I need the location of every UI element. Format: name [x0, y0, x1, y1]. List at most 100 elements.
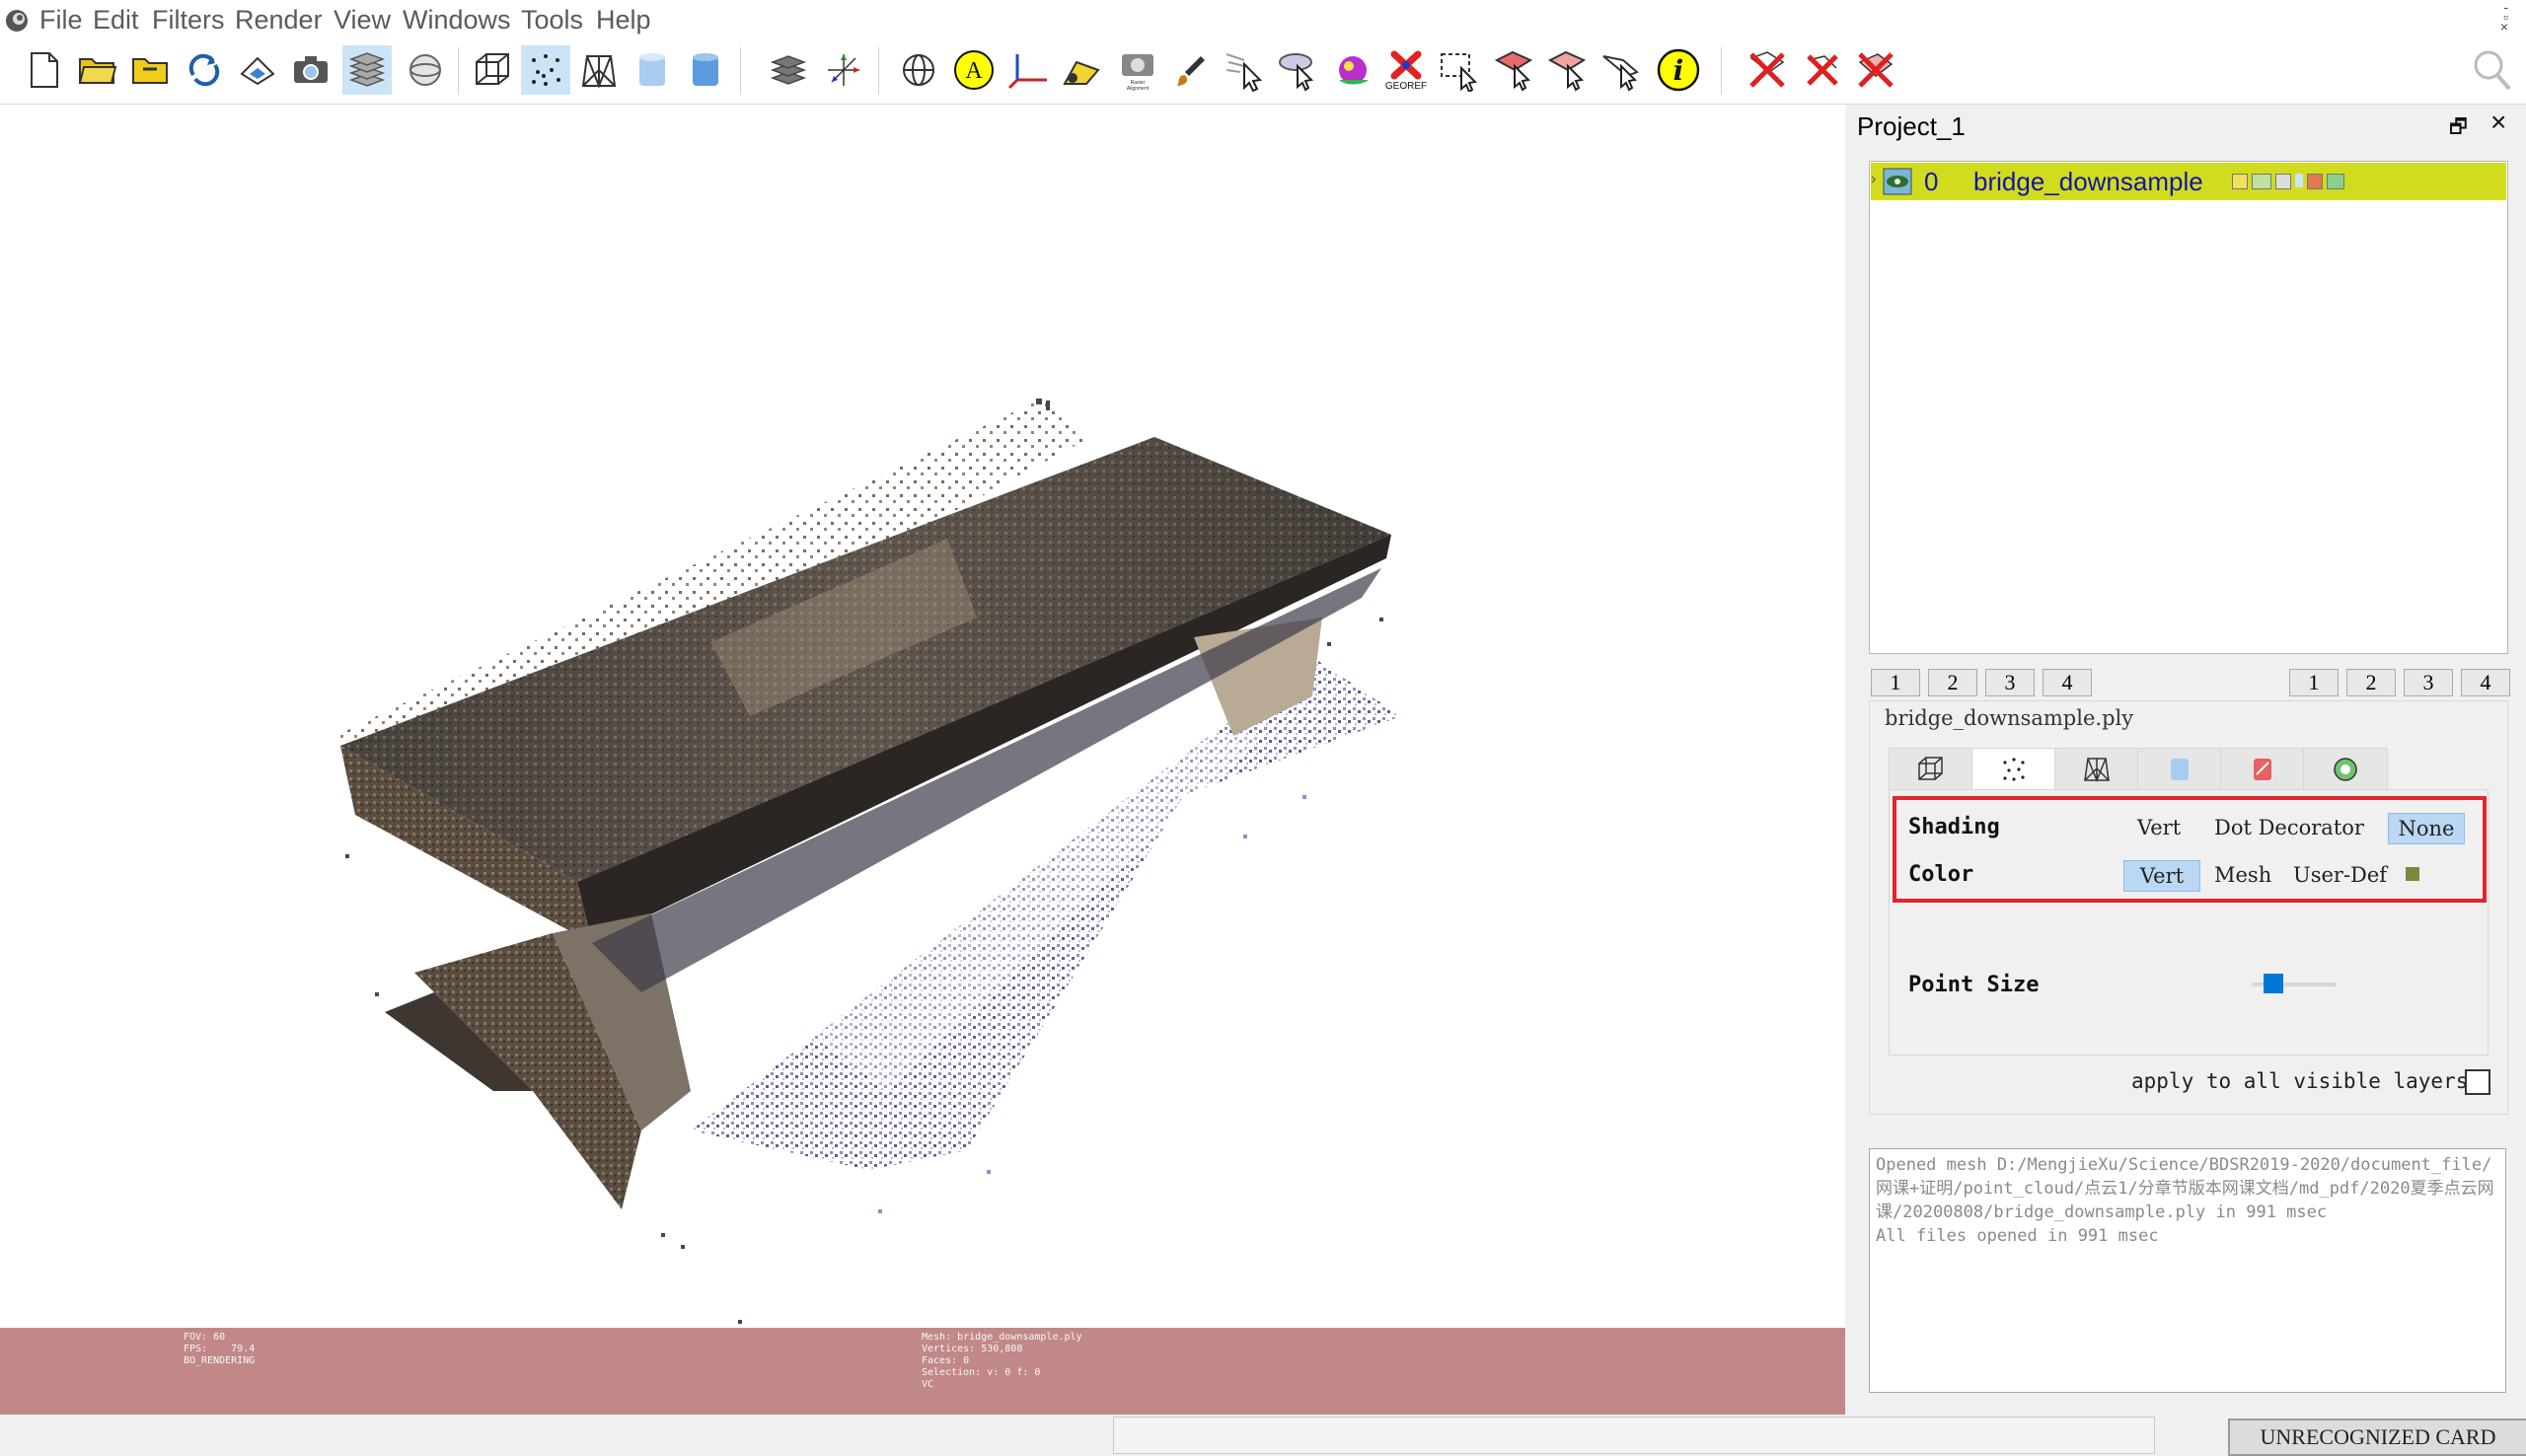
new-project-icon[interactable] [20, 45, 69, 95]
trackball-icon[interactable] [401, 45, 450, 95]
menu-edit[interactable]: Edit [89, 4, 143, 36]
tab-bbox[interactable] [1889, 748, 1973, 791]
menu-tools[interactable]: Tools [517, 4, 587, 36]
rect-select-icon[interactable] [1435, 45, 1484, 95]
menu-view[interactable]: View [330, 4, 395, 36]
view-button-3[interactable]: 3 [1985, 669, 2035, 696]
color-option-mesh[interactable]: Mesh [2208, 860, 2277, 890]
georef-icon[interactable]: GEOREF [1381, 45, 1431, 95]
paint-tool-icon[interactable] [1056, 45, 1105, 95]
raster-alignment-icon[interactable]: Raster Alignment [1113, 45, 1162, 95]
layer-list[interactable] [1869, 161, 2508, 654]
color-paint-icon[interactable] [1328, 45, 1377, 95]
tab-decorators[interactable] [2303, 748, 2388, 791]
bbox-render-icon[interactable] [468, 45, 517, 95]
view-button-right-4[interactable]: 4 [2461, 669, 2510, 696]
color-label: Color [1908, 862, 1974, 887]
tab-points[interactable] [1971, 748, 2056, 791]
viewport-info-bar: FOV: 60 FPS: 79.4 BO_RENDERING Mesh: bri… [0, 1328, 1845, 1415]
window-controls[interactable]: - ▫ × [2500, 0, 2516, 34]
svg-text:A: A [965, 58, 983, 84]
render-info-text: FOV: 60 FPS: 79.4 BO_RENDERING [184, 1332, 256, 1366]
delete-selection-icon[interactable] [1851, 45, 1900, 95]
color-option-user-def[interactable]: User-Def [2287, 860, 2393, 890]
layers-icon[interactable] [342, 45, 392, 95]
menu-windows[interactable]: Windows [399, 4, 515, 36]
apply-all-label: apply to all visible layers [2131, 1069, 2469, 1093]
axis-decorator-icon[interactable] [819, 45, 868, 95]
select-vertices-icon[interactable] [1543, 45, 1593, 95]
measure-axis-icon[interactable] [1004, 45, 1054, 95]
points-flag-icon[interactable] [2252, 174, 2271, 189]
decorator-flag-icon[interactable] [2327, 174, 2344, 189]
apply-all-checkbox[interactable] [2465, 1069, 2490, 1095]
menu-file[interactable]: File [36, 4, 87, 36]
delete-selected-vertices-icon[interactable] [1798, 45, 1847, 95]
view-button-4[interactable]: 4 [2043, 669, 2092, 696]
texture-flag-icon[interactable] [2307, 174, 2323, 189]
brush-icon[interactable] [1166, 45, 1216, 95]
delete-selected-faces-icon[interactable] [1743, 45, 1792, 95]
import-mesh-icon[interactable] [126, 45, 176, 95]
georef-label: GEOREF [1384, 81, 1428, 92]
select-faces-icon[interactable] [1490, 45, 1539, 95]
wireframe-render-icon[interactable] [574, 45, 624, 95]
reload-icon[interactable] [180, 45, 229, 95]
wire-tab-icon [2084, 758, 2110, 782]
globe-icon[interactable] [894, 45, 943, 95]
expand-arrow-icon[interactable]: › [1871, 171, 1876, 188]
menu-render[interactable]: Render [231, 4, 327, 36]
flat-render-icon[interactable] [628, 45, 677, 95]
decorator-tab-icon [2334, 758, 2357, 781]
log-line: Opened mesh D:/MengjieXu/Science/BDSR201… [1876, 1155, 2494, 1222]
menu-filters[interactable]: Filters [148, 4, 229, 36]
select-connected-icon[interactable] [1597, 45, 1646, 95]
point-cloud-render [335, 397, 1401, 1324]
shading-option-dot-decorator[interactable]: Dot Decorator [2208, 813, 2370, 842]
menu-help[interactable]: Help [592, 4, 655, 36]
align-tool-icon[interactable] [1273, 45, 1322, 95]
point-size-label: Point Size [1908, 973, 2040, 997]
view-button-right-3[interactable]: 3 [2404, 669, 2453, 696]
log-window[interactable]: Opened mesh D:/MengjieXu/Science/BDSR201… [1869, 1148, 2506, 1393]
panel-title: Project_1 [1857, 111, 1966, 141]
search-icon[interactable] [2471, 47, 2514, 100]
3d-viewport[interactable] [0, 105, 1845, 1328]
layer-row[interactable]: › 0 bridge_downsample [1871, 163, 2506, 200]
shading-option-none[interactable]: None [2388, 813, 2465, 844]
annotation-icon[interactable]: A [949, 45, 999, 95]
color-option-vert[interactable]: Vert [2123, 860, 2200, 892]
shading-option-vert[interactable]: Vert [2131, 813, 2187, 842]
bbox-tab-icon [1918, 757, 1943, 780]
grid-layers-icon[interactable] [764, 45, 813, 95]
smooth-render-icon[interactable] [681, 45, 730, 95]
view-button-right-2[interactable]: 2 [2346, 669, 2396, 696]
close-panel-icon[interactable]: × [2490, 107, 2506, 138]
tab-wireframe[interactable] [2054, 748, 2139, 791]
wire-flag-icon[interactable] [2275, 174, 2291, 189]
svg-text:Alignment: Alignment [1127, 86, 1150, 92]
user-color-swatch[interactable] [2406, 867, 2419, 881]
main-toolbar: A Raster Alignment GEOREF i [0, 39, 2526, 105]
snapshot-icon[interactable] [286, 45, 335, 95]
view-button-2[interactable]: 2 [1928, 669, 1977, 696]
view-button-right-1[interactable]: 1 [2289, 669, 2339, 696]
solid-flag-icon[interactable] [2295, 174, 2303, 187]
log-line: All files opened in 991 msec [1876, 1226, 2159, 1246]
layer-name: bridge_downsample [1973, 167, 2203, 196]
points-render-icon[interactable] [521, 45, 570, 95]
info-icon[interactable]: i [1654, 45, 1703, 95]
open-project-icon[interactable] [73, 45, 122, 95]
export-mesh-icon[interactable] [233, 45, 282, 95]
float-panel-icon[interactable]: 🗗 [2449, 112, 2468, 146]
svg-text:i: i [1673, 54, 1684, 87]
bbox-flag-icon[interactable] [2232, 174, 2248, 189]
point-picker-icon[interactable] [1220, 45, 1269, 95]
tab-texture[interactable] [2220, 748, 2305, 791]
texture-tab-icon [2254, 759, 2271, 780]
gpu-card-status: UNRECOGNIZED CARD [2228, 1419, 2526, 1456]
point-size-slider-handle[interactable] [2264, 974, 2283, 993]
tab-fill[interactable] [2137, 748, 2222, 791]
visibility-eye-icon[interactable] [1883, 168, 1912, 195]
view-button-1[interactable]: 1 [1871, 669, 1920, 696]
